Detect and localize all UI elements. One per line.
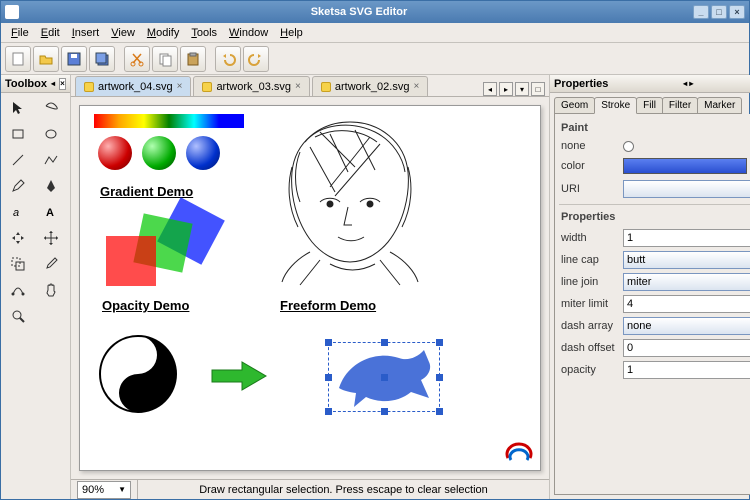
yinyang-shape	[98, 334, 178, 414]
prop-tab-fill[interactable]: Fill	[636, 97, 663, 114]
tool-ellipse[interactable]	[37, 122, 65, 146]
tool-pencil[interactable]	[4, 174, 32, 198]
tool-zoom[interactable]	[4, 304, 32, 328]
open-button[interactable]	[33, 46, 59, 72]
linejoin-combo[interactable]: miter▼	[623, 273, 750, 291]
menu-help[interactable]: Help	[274, 25, 309, 41]
tab-artwork-04[interactable]: artwork_04.svg×	[75, 76, 191, 96]
prop-tab-geom[interactable]: Geom	[554, 97, 595, 114]
tab-scroll-left-icon[interactable]: ◂	[483, 82, 497, 96]
menubar: File Edit Insert View Modify Tools Windo…	[1, 23, 749, 43]
cut-button[interactable]	[124, 46, 150, 72]
app-icon	[5, 5, 19, 19]
undo-button[interactable]	[215, 46, 241, 72]
paint-heading: Paint	[561, 122, 750, 134]
face-sketch	[260, 112, 440, 287]
document-icon	[321, 82, 331, 92]
prop-tab-marker[interactable]: Marker	[697, 97, 742, 114]
status-text: Draw rectangular selection. Press escape…	[137, 480, 549, 499]
tool-hand[interactable]	[37, 278, 65, 302]
redo-button[interactable]	[243, 46, 269, 72]
properties-panel: Properties ◂ ▸ × Geom Stroke Fill Filter…	[550, 75, 750, 499]
tab-maximize-icon[interactable]: □	[531, 82, 545, 96]
tool-polyline[interactable]	[37, 148, 65, 172]
opacity-demo-label: Opacity Demo	[102, 298, 189, 313]
freeform-demo-label: Freeform Demo	[280, 298, 376, 313]
menu-tools[interactable]: Tools	[185, 25, 223, 41]
tab-close-icon[interactable]: ×	[295, 81, 301, 92]
green-sphere	[142, 136, 176, 170]
document-icon	[202, 82, 212, 92]
menu-insert[interactable]: Insert	[66, 25, 106, 41]
main-toolbar	[1, 43, 749, 75]
save-button[interactable]	[61, 46, 87, 72]
chevron-down-icon: ▼	[118, 485, 126, 494]
gradient-demo-label: Gradient Demo	[100, 184, 193, 199]
linecap-combo[interactable]: butt▼	[623, 251, 750, 269]
tool-transform[interactable]	[4, 226, 32, 250]
stroke-opacity-input[interactable]	[623, 361, 750, 379]
menu-view[interactable]: View	[105, 25, 141, 41]
tool-rect[interactable]	[4, 122, 32, 146]
stroke-props-heading: Properties	[561, 211, 750, 223]
svg-text:a: a	[13, 207, 19, 219]
minimize-button[interactable]: _	[693, 5, 709, 19]
menu-modify[interactable]: Modify	[141, 25, 185, 41]
dashoffset-input[interactable]	[623, 339, 750, 357]
document-tabbar: artwork_04.svg× artwork_03.svg× artwork_…	[71, 75, 549, 97]
tab-scroll-right-icon[interactable]: ▸	[499, 82, 513, 96]
uri-combo[interactable]: ▼	[623, 180, 750, 198]
tool-path-edit[interactable]	[4, 278, 32, 302]
properties-header: Properties ◂ ▸ ×	[550, 75, 750, 93]
svg-text:A: A	[46, 207, 54, 219]
new-button[interactable]	[5, 46, 31, 72]
tab-close-icon[interactable]: ×	[177, 81, 183, 92]
menu-edit[interactable]: Edit	[35, 25, 66, 41]
toolbox-close-icon[interactable]: ×	[59, 78, 66, 90]
red-square	[106, 236, 156, 286]
tool-text[interactable]: a	[4, 200, 32, 224]
blue-sphere	[186, 136, 220, 170]
paint-none-radio[interactable]	[623, 141, 634, 152]
prop-tab-filter[interactable]: Filter	[662, 97, 698, 114]
stroke-color-swatch[interactable]	[623, 158, 747, 174]
tool-line[interactable]	[4, 148, 32, 172]
copy-button[interactable]	[152, 46, 178, 72]
zoom-combo[interactable]: 90%▼	[77, 481, 131, 499]
paste-button[interactable]	[180, 46, 206, 72]
tool-group[interactable]	[4, 252, 32, 276]
tool-text-block[interactable]: A	[37, 200, 65, 224]
gradient-bar	[94, 114, 244, 128]
miter-limit-input[interactable]	[623, 295, 750, 313]
canvas[interactable]: Gradient Demo Opacity Demo Freeform Demo	[79, 105, 541, 471]
document-icon	[84, 82, 94, 92]
close-button[interactable]: ×	[729, 5, 745, 19]
tool-eyedropper[interactable]	[37, 252, 65, 276]
toolbox-panel: Toolbox ◂ × a A	[1, 75, 71, 499]
save-all-button[interactable]	[89, 46, 115, 72]
tool-pen[interactable]	[37, 174, 65, 198]
logo-icon	[504, 438, 534, 466]
red-sphere	[98, 136, 132, 170]
menu-file[interactable]: File	[5, 25, 35, 41]
tool-pointer[interactable]	[4, 96, 32, 120]
tool-lasso[interactable]	[37, 96, 65, 120]
stroke-width-input[interactable]	[623, 229, 750, 247]
tab-artwork-02[interactable]: artwork_02.svg×	[312, 76, 428, 96]
tab-artwork-03[interactable]: artwork_03.svg×	[193, 76, 309, 96]
prop-tab-stroke[interactable]: Stroke	[594, 97, 637, 114]
dasharray-combo[interactable]: none▼	[623, 317, 750, 335]
arrow-shape	[210, 358, 270, 394]
maximize-button[interactable]: □	[711, 5, 727, 19]
toolbox-header: Toolbox ◂ ×	[1, 75, 70, 93]
titlebar: Sketsa SVG Editor _ □ ×	[1, 1, 749, 23]
selection-bbox[interactable]	[328, 342, 440, 412]
statusbar: 90%▼ Draw rectangular selection. Press e…	[71, 479, 549, 499]
tab-menu-icon[interactable]: ▾	[515, 82, 529, 96]
window-title: Sketsa SVG Editor	[25, 6, 693, 18]
tab-close-icon[interactable]: ×	[413, 81, 419, 92]
menu-window[interactable]: Window	[223, 25, 274, 41]
tool-move[interactable]	[37, 226, 65, 250]
